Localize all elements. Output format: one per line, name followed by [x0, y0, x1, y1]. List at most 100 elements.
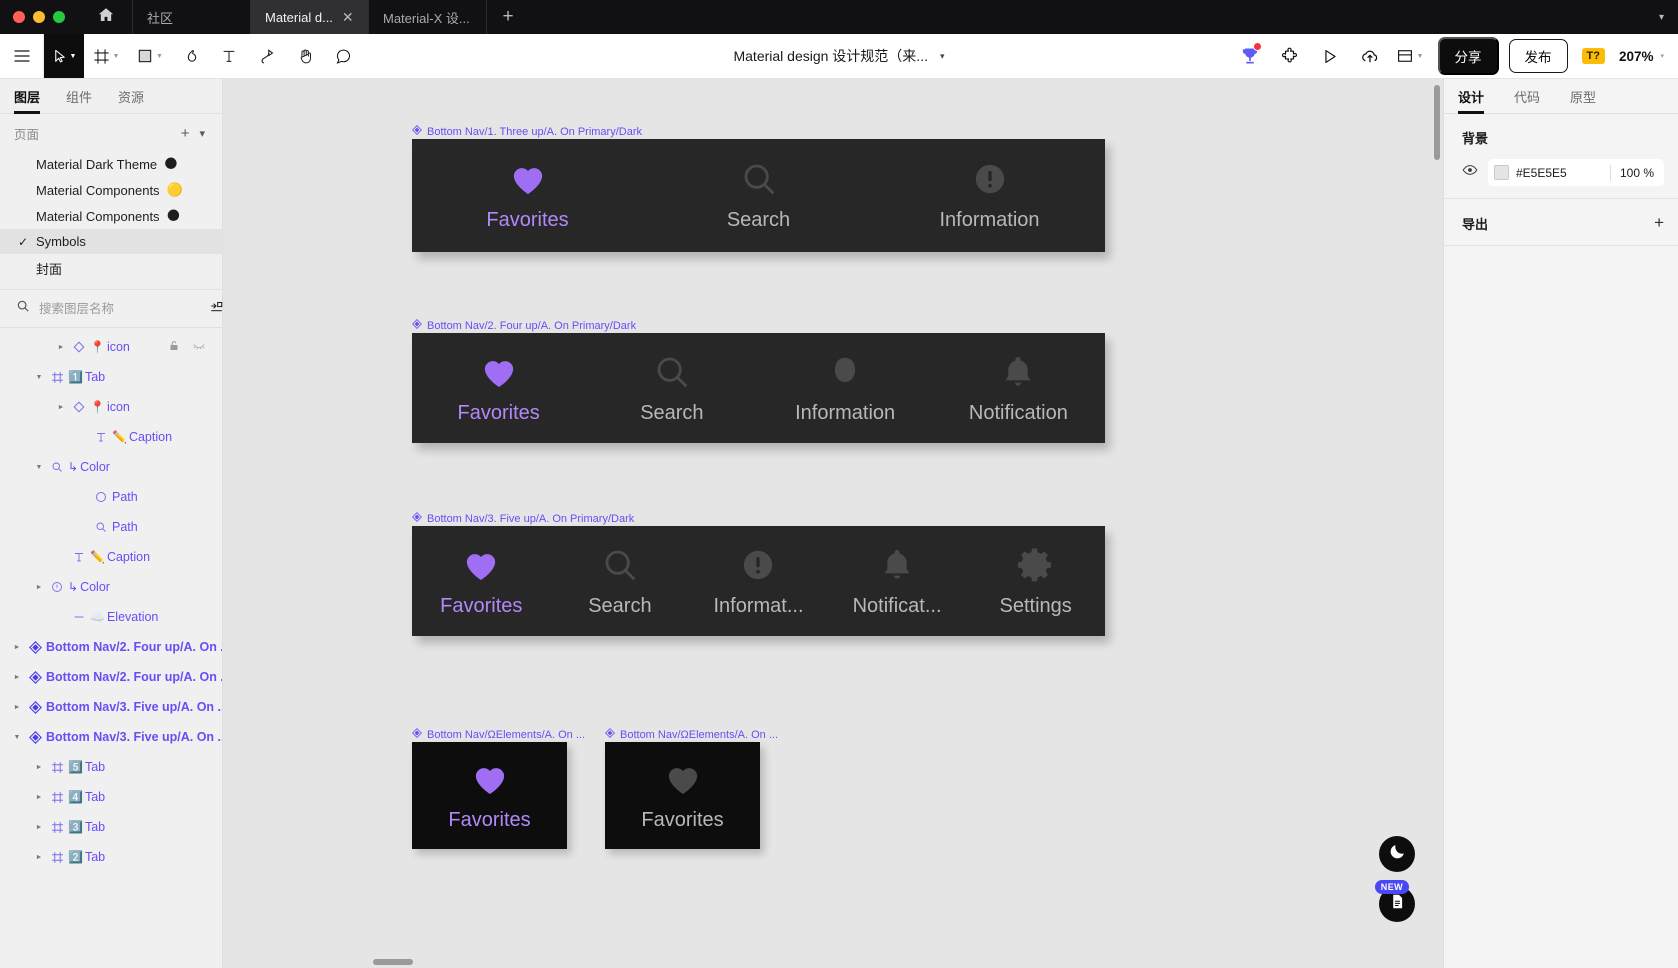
page-item-symbols[interactable]: ✓ Symbols	[0, 229, 222, 254]
add-page-button[interactable]: +	[176, 125, 195, 142]
artboard-label[interactable]: Bottom Nav/ΩElements/A. On ...	[605, 728, 778, 741]
close-window-button[interactable]	[13, 11, 25, 23]
canvas-vertical-scrollbar[interactable]	[1434, 85, 1440, 160]
bottom-nav-item[interactable]: Search	[643, 139, 874, 252]
bottom-nav-item[interactable]: Favorites	[412, 333, 585, 443]
disclosure-triangle-icon[interactable]: ▼	[32, 464, 46, 471]
tab-prototype[interactable]: 原型	[1570, 79, 1596, 113]
disclosure-triangle-icon[interactable]: ►	[10, 704, 24, 711]
dark-mode-fab[interactable]	[1379, 836, 1415, 872]
artboard[interactable]: Favorites	[412, 742, 567, 849]
window-controls[interactable]	[0, 0, 79, 34]
layer-row[interactable]: ► Bottom Nav/3. Five up/A. On ...	[0, 692, 222, 722]
whats-new-fab[interactable]: NEW	[1374, 880, 1415, 922]
present-button[interactable]	[1312, 40, 1348, 72]
bottom-nav-item[interactable]: Information	[759, 333, 932, 443]
layer-row[interactable]: ► Bottom Nav/2. Four up/A. On ...	[0, 662, 222, 692]
new-tab-button[interactable]: +	[487, 0, 529, 34]
color-swatch[interactable]	[1494, 165, 1509, 180]
bottom-nav-item[interactable]: Search	[585, 333, 758, 443]
artboard[interactable]: Favorites Search Information	[412, 139, 1105, 252]
layer-row[interactable]: ▼ Bottom Nav/3. Five up/A. On ...	[0, 722, 222, 752]
tab-assets[interactable]: 资源	[118, 79, 144, 113]
zoom-level[interactable]: 207%	[1619, 49, 1654, 64]
rewards-button[interactable]	[1232, 40, 1268, 72]
bottom-nav-item[interactable]: Settings	[966, 526, 1105, 636]
eye-icon[interactable]	[1462, 162, 1478, 183]
bottom-nav-item[interactable]: Information	[874, 139, 1105, 252]
disclosure-triangle-icon[interactable]: ▼	[10, 734, 24, 741]
add-export-button[interactable]: +	[1654, 213, 1664, 233]
artboard-label[interactable]: Bottom Nav/ΩElements/A. On ...	[412, 728, 585, 741]
disclosure-triangle-icon[interactable]: ►	[32, 584, 46, 591]
layout-panel-button[interactable]: ▼	[1392, 40, 1428, 72]
background-hex-value[interactable]: #E5E5E5	[1516, 166, 1610, 180]
page-item-material-dark-theme[interactable]: Material Dark Theme 🌑	[0, 151, 222, 177]
layer-row[interactable]: ► 4️⃣ Tab	[0, 782, 222, 812]
artboard[interactable]: Favorites Search Informat... Notificat... Se…	[412, 526, 1105, 636]
search-input[interactable]	[39, 301, 200, 316]
frame-tool[interactable]: ▼	[84, 34, 128, 78]
bottom-nav-item[interactable]: Informat...	[689, 526, 828, 636]
layer-row[interactable]: ► ↳ Color	[0, 572, 222, 602]
page-title[interactable]: Material design 设计规范（来...	[733, 46, 928, 66]
chevron-down-icon[interactable]: ▼	[70, 53, 77, 60]
tab-layers[interactable]: 图层	[14, 79, 41, 114]
pen-tool[interactable]	[172, 34, 210, 78]
disclosure-triangle-icon[interactable]: ►	[54, 404, 68, 411]
artboard[interactable]: Favorites Search Information Notification	[412, 333, 1105, 443]
hand-tool[interactable]	[286, 34, 324, 78]
chevron-down-icon[interactable]: ▾	[1660, 52, 1664, 60]
layer-row[interactable]: ☁️ Elevation	[0, 602, 222, 632]
browser-tab-material-x[interactable]: Material-X 设...	[369, 0, 487, 34]
disclosure-triangle-icon[interactable]: ►	[32, 854, 46, 861]
disclosure-triangle-icon[interactable]: ►	[10, 674, 24, 681]
disclosure-triangle-icon[interactable]: ►	[32, 764, 46, 771]
lock-icon[interactable]	[168, 339, 180, 355]
chevron-down-icon[interactable]: ▼	[156, 53, 163, 60]
layer-row[interactable]: ► 3️⃣ Tab	[0, 812, 222, 842]
layer-row[interactable]: ✏️ Caption	[0, 422, 222, 452]
text-tool[interactable]	[210, 34, 248, 78]
tab-design[interactable]: 设计	[1458, 79, 1485, 114]
page-item-material-components-dark[interactable]: Material Components 🌑	[0, 203, 222, 229]
plugins-button[interactable]	[1272, 40, 1308, 72]
layer-row[interactable]: ▼ 1️⃣ Tab	[0, 362, 222, 392]
chevron-down-icon[interactable]: ▾	[940, 51, 945, 62]
chevron-down-icon[interactable]: ▾	[194, 127, 210, 140]
artboard[interactable]: Favorites	[605, 742, 760, 849]
artboard-label[interactable]: Bottom Nav/3. Five up/A. On Primary/Dark	[412, 512, 634, 525]
bottom-nav-item[interactable]: Favorites	[412, 742, 567, 849]
close-icon[interactable]: ✕	[342, 10, 354, 24]
bottom-nav-item[interactable]: Favorites	[605, 742, 760, 849]
layer-row[interactable]: ✏️ Caption	[0, 542, 222, 572]
disclosure-triangle-icon[interactable]: ►	[10, 644, 24, 651]
layer-row[interactable]: ► 2️⃣ Tab	[0, 842, 222, 872]
vector-path-tool[interactable]	[248, 34, 286, 78]
maximize-window-button[interactable]	[53, 11, 65, 23]
disclosure-triangle-icon[interactable]: ►	[32, 794, 46, 801]
background-color-field[interactable]: #E5E5E5 100 %	[1488, 159, 1664, 186]
comment-tool[interactable]	[324, 34, 362, 78]
layer-row[interactable]: Path	[0, 482, 222, 512]
layer-row-actions[interactable]	[168, 339, 206, 355]
artboard-label[interactable]: Bottom Nav/1. Three up/A. On Primary/Dar…	[412, 125, 642, 138]
background-opacity-value[interactable]: 100 %	[1611, 166, 1658, 180]
browser-tab-community[interactable]: 社区	[133, 0, 251, 34]
select-tool[interactable]: ▼	[44, 34, 84, 78]
bottom-nav-item[interactable]: Search	[551, 526, 690, 636]
bottom-nav-item[interactable]: Notificat...	[828, 526, 967, 636]
layer-row[interactable]: ► 📍 icon	[0, 392, 222, 422]
home-button[interactable]	[79, 0, 133, 34]
layer-row[interactable]: Path	[0, 512, 222, 542]
hide-icon[interactable]	[192, 339, 206, 355]
disclosure-triangle-icon[interactable]: ▼	[32, 374, 46, 381]
chevron-down-icon[interactable]: ▼	[113, 53, 120, 60]
bottom-nav-item[interactable]: Favorites	[412, 139, 643, 252]
share-button[interactable]: 分享	[1437, 37, 1499, 75]
bottom-nav-item[interactable]: Favorites	[412, 526, 551, 636]
minimize-window-button[interactable]	[33, 11, 45, 23]
hamburger-menu-icon[interactable]	[0, 34, 44, 78]
artboard-label[interactable]: Bottom Nav/2. Four up/A. On Primary/Dark	[412, 319, 636, 332]
disclosure-triangle-icon[interactable]: ►	[32, 824, 46, 831]
